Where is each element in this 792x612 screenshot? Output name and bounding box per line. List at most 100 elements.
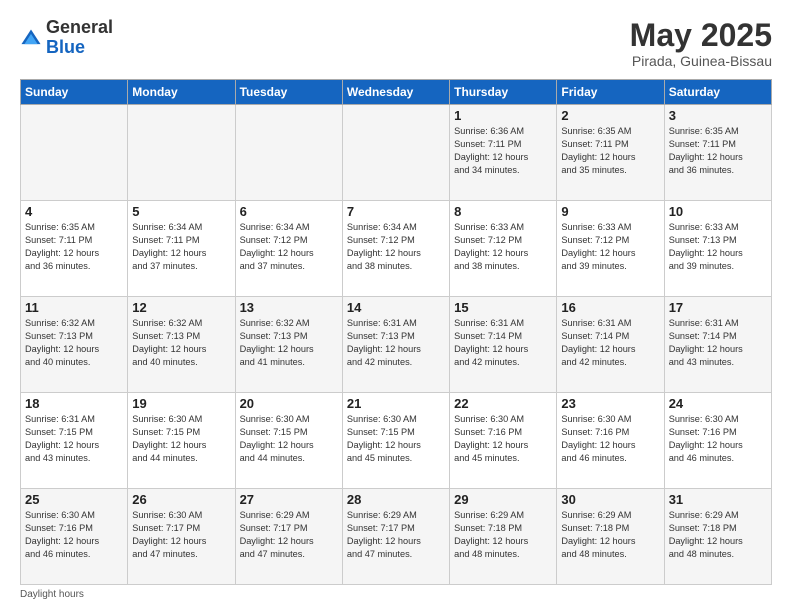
header-monday: Monday <box>128 80 235 105</box>
cell-info: Sunrise: 6:31 AM Sunset: 7:14 PM Dayligh… <box>669 317 767 369</box>
cell-info: Sunrise: 6:31 AM Sunset: 7:15 PM Dayligh… <box>25 413 123 465</box>
cell-info: Sunrise: 6:29 AM Sunset: 7:18 PM Dayligh… <box>454 509 552 561</box>
weekday-header-row: Sunday Monday Tuesday Wednesday Thursday… <box>21 80 772 105</box>
logo: General Blue <box>20 18 113 58</box>
header-friday: Friday <box>557 80 664 105</box>
cell-info: Sunrise: 6:30 AM Sunset: 7:16 PM Dayligh… <box>454 413 552 465</box>
table-row: 31Sunrise: 6:29 AM Sunset: 7:18 PM Dayli… <box>664 489 771 585</box>
cell-info: Sunrise: 6:33 AM Sunset: 7:13 PM Dayligh… <box>669 221 767 273</box>
cell-info: Sunrise: 6:31 AM Sunset: 7:14 PM Dayligh… <box>454 317 552 369</box>
table-row <box>235 105 342 201</box>
cell-info: Sunrise: 6:34 AM Sunset: 7:12 PM Dayligh… <box>347 221 445 273</box>
cell-day-number: 26 <box>132 492 230 507</box>
cell-day-number: 20 <box>240 396 338 411</box>
cell-info: Sunrise: 6:29 AM Sunset: 7:17 PM Dayligh… <box>240 509 338 561</box>
cell-day-number: 30 <box>561 492 659 507</box>
cell-info: Sunrise: 6:29 AM Sunset: 7:17 PM Dayligh… <box>347 509 445 561</box>
table-row: 5Sunrise: 6:34 AM Sunset: 7:11 PM Daylig… <box>128 201 235 297</box>
table-row: 20 Sunrise: 6:30 AM Sunset: 7:15 PM Dayli… <box>235 393 342 489</box>
table-row: 7 Sunrise: 6:34 AM Sunset: 7:12 PM Daylig… <box>342 201 449 297</box>
table-row <box>21 105 128 201</box>
cell-day-number: 8 <box>454 204 552 219</box>
cell-info: Sunrise: 6:33 AM Sunset: 7:12 PM Dayligh… <box>454 221 552 273</box>
cell-day-number: 9 <box>561 204 659 219</box>
cell-info: Sunrise: 6:34 AM Sunset: 7:12 PM Dayligh… <box>240 221 338 273</box>
table-row: 21 Sunrise: 6:30 AM Sunset: 7:15 PM Dayli… <box>342 393 449 489</box>
cell-info: Sunrise: 6:30 AM Sunset: 7:16 PM Dayligh… <box>669 413 767 465</box>
cell-info: Sunrise: 6:29 AM Sunset: 7:18 PM Dayligh… <box>561 509 659 561</box>
header-wednesday: Wednesday <box>342 80 449 105</box>
table-row: 1 Sunrise: 6:36 AM Sunset: 7:11 PM Daylig… <box>450 105 557 201</box>
cell-info: Sunrise: 6:29 AM Sunset: 7:18 PM Dayligh… <box>669 509 767 561</box>
cell-info: Sunrise: 6:32 AM Sunset: 7:13 PM Dayligh… <box>240 317 338 369</box>
cell-day-number: 29 <box>454 492 552 507</box>
header-tuesday: Tuesday <box>235 80 342 105</box>
cell-day-number: 2 <box>561 108 659 123</box>
week-row-5: 25 Sunrise: 6:30 AM Sunset: 7:16 PM Dayli… <box>21 489 772 585</box>
cell-day-number: 5 <box>132 204 230 219</box>
table-row: 8 Sunrise: 6:33 AM Sunset: 7:12 PM Daylig… <box>450 201 557 297</box>
table-row: 10 Sunrise: 6:33 AM Sunset: 7:13 PM Dayli… <box>664 201 771 297</box>
cell-day-number: 25 <box>25 492 123 507</box>
cell-day-number: 24 <box>669 396 767 411</box>
cell-info: Sunrise: 6:31 AM Sunset: 7:14 PM Dayligh… <box>561 317 659 369</box>
table-row: 28 Sunrise: 6:29 AM Sunset: 7:17 PM Dayli… <box>342 489 449 585</box>
cell-info: Sunrise: 6:31 AM Sunset: 7:13 PM Dayligh… <box>347 317 445 369</box>
cell-info: Sunrise: 6:30 AM Sunset: 7:17 PM Dayligh… <box>132 509 230 561</box>
week-row-3: 11Sunrise: 6:32 AM Sunset: 7:13 PM Dayli… <box>21 297 772 393</box>
table-row: 3Sunrise: 6:35 AM Sunset: 7:11 PM Daylig… <box>664 105 771 201</box>
logo-text: General Blue <box>46 18 113 58</box>
cell-info: Sunrise: 6:30 AM Sunset: 7:15 PM Dayligh… <box>347 413 445 465</box>
header: General Blue May 2025 Pirada, Guinea-Bis… <box>20 18 772 69</box>
table-row: 17Sunrise: 6:31 AM Sunset: 7:14 PM Dayli… <box>664 297 771 393</box>
logo-blue: Blue <box>46 38 113 58</box>
table-row: 27 Sunrise: 6:29 AM Sunset: 7:17 PM Dayli… <box>235 489 342 585</box>
cell-day-number: 28 <box>347 492 445 507</box>
cell-day-number: 21 <box>347 396 445 411</box>
table-row: 12 Sunrise: 6:32 AM Sunset: 7:13 PM Dayli… <box>128 297 235 393</box>
table-row: 18Sunrise: 6:31 AM Sunset: 7:15 PM Dayli… <box>21 393 128 489</box>
week-row-4: 18Sunrise: 6:31 AM Sunset: 7:15 PM Dayli… <box>21 393 772 489</box>
cell-day-number: 7 <box>347 204 445 219</box>
table-row: 14 Sunrise: 6:31 AM Sunset: 7:13 PM Dayli… <box>342 297 449 393</box>
table-row: 16 Sunrise: 6:31 AM Sunset: 7:14 PM Dayli… <box>557 297 664 393</box>
cell-day-number: 13 <box>240 300 338 315</box>
page: General Blue May 2025 Pirada, Guinea-Bis… <box>0 0 792 612</box>
cell-day-number: 10 <box>669 204 767 219</box>
table-row: 9 Sunrise: 6:33 AM Sunset: 7:12 PM Daylig… <box>557 201 664 297</box>
cell-info: Sunrise: 6:33 AM Sunset: 7:12 PM Dayligh… <box>561 221 659 273</box>
week-row-2: 4Sunrise: 6:35 AM Sunset: 7:11 PM Daylig… <box>21 201 772 297</box>
table-row <box>128 105 235 201</box>
cell-info: Sunrise: 6:36 AM Sunset: 7:11 PM Dayligh… <box>454 125 552 177</box>
table-row: 13 Sunrise: 6:32 AM Sunset: 7:13 PM Dayli… <box>235 297 342 393</box>
cell-info: Sunrise: 6:30 AM Sunset: 7:15 PM Dayligh… <box>132 413 230 465</box>
cell-info: Sunrise: 6:30 AM Sunset: 7:15 PM Dayligh… <box>240 413 338 465</box>
header-saturday: Saturday <box>664 80 771 105</box>
cell-day-number: 14 <box>347 300 445 315</box>
cell-day-number: 1 <box>454 108 552 123</box>
cell-day-number: 19 <box>132 396 230 411</box>
week-row-1: 1 Sunrise: 6:36 AM Sunset: 7:11 PM Daylig… <box>21 105 772 201</box>
header-thursday: Thursday <box>450 80 557 105</box>
cell-day-number: 27 <box>240 492 338 507</box>
cell-day-number: 6 <box>240 204 338 219</box>
calendar-table: Sunday Monday Tuesday Wednesday Thursday… <box>20 79 772 585</box>
cell-day-number: 16 <box>561 300 659 315</box>
title-block: May 2025 Pirada, Guinea-Bissau <box>630 18 772 69</box>
table-row: 2Sunrise: 6:35 AM Sunset: 7:11 PM Daylig… <box>557 105 664 201</box>
cell-info: Sunrise: 6:32 AM Sunset: 7:13 PM Dayligh… <box>25 317 123 369</box>
cell-info: Sunrise: 6:30 AM Sunset: 7:16 PM Dayligh… <box>25 509 123 561</box>
cell-day-number: 15 <box>454 300 552 315</box>
table-row: 29 Sunrise: 6:29 AM Sunset: 7:18 PM Dayli… <box>450 489 557 585</box>
table-row: 11Sunrise: 6:32 AM Sunset: 7:13 PM Dayli… <box>21 297 128 393</box>
month-title: May 2025 <box>630 18 772 53</box>
logo-icon <box>20 28 42 50</box>
table-row: 25 Sunrise: 6:30 AM Sunset: 7:16 PM Dayli… <box>21 489 128 585</box>
location: Pirada, Guinea-Bissau <box>630 53 772 69</box>
cell-day-number: 4 <box>25 204 123 219</box>
cell-info: Sunrise: 6:32 AM Sunset: 7:13 PM Dayligh… <box>132 317 230 369</box>
cell-day-number: 12 <box>132 300 230 315</box>
table-row: 22Sunrise: 6:30 AM Sunset: 7:16 PM Dayli… <box>450 393 557 489</box>
table-row: 15 Sunrise: 6:31 AM Sunset: 7:14 PM Dayli… <box>450 297 557 393</box>
table-row: 23Sunrise: 6:30 AM Sunset: 7:16 PM Dayli… <box>557 393 664 489</box>
